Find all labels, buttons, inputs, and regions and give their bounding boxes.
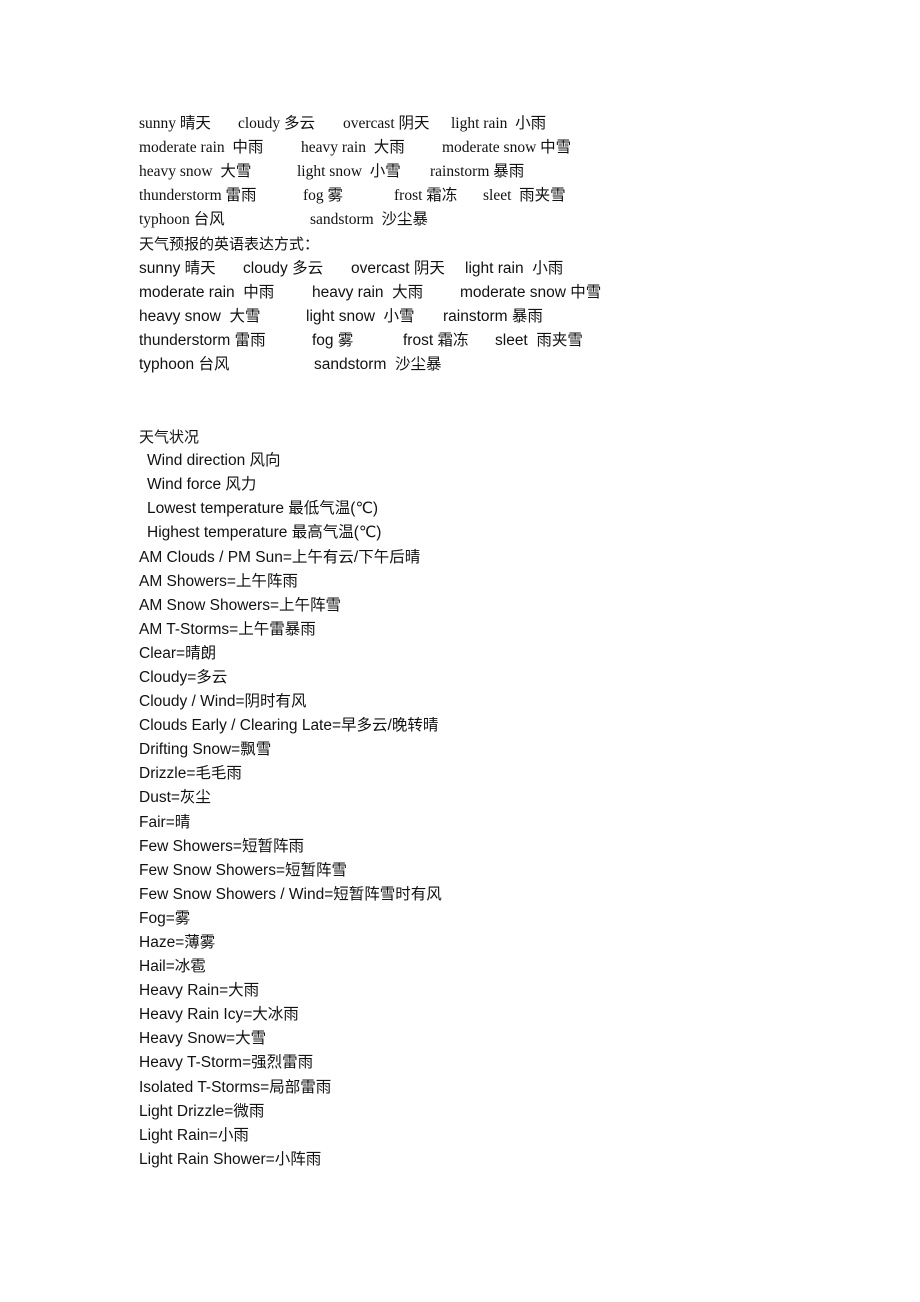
term-line: AM Snow Showers=上午阵雪: [139, 596, 341, 614]
vocab-term: sleet 雨夹雪: [495, 331, 583, 349]
term-line: Dust=灰尘: [139, 789, 211, 807]
vocab-term: sunny 晴天: [139, 259, 216, 277]
term-line: AM Showers=上午阵雨: [139, 572, 298, 590]
vocab-row: moderate rain 中雨 heavy rain 大雨 moderate …: [139, 136, 839, 160]
vocab-block-serif: sunny 晴天 cloudy 多云 overcast 阴天 light rai…: [139, 112, 839, 232]
term-line: Clear=晴朗: [139, 644, 217, 662]
sub-item: Highest temperature 最高气温(℃): [147, 524, 382, 542]
vocab-term: sleet 雨夹雪: [483, 187, 566, 205]
term-line: Hail=冰雹: [139, 958, 206, 976]
section-heading: 天气预报的英语表达方式：: [139, 235, 320, 254]
vocab-term: moderate rain 中雨: [139, 283, 275, 301]
term-line: Fair=晴: [139, 813, 191, 831]
term-line: Haze=薄雾: [139, 934, 216, 951]
weather-terms-list: AM Clouds / PM Sun=上午有云/下午后晴 AM Showers=…: [139, 546, 839, 1172]
vocab-term: overcast 阴天: [351, 259, 445, 277]
term-line: Few Snow Showers=短暂阵雪: [139, 861, 348, 879]
term-line: Light Rain Shower=小阵雨: [139, 1150, 322, 1168]
vocab-term: overcast 阴天: [343, 115, 430, 132]
vocab-term: light rain 小雨: [465, 259, 564, 277]
vocab-term: frost 霜冻: [403, 331, 469, 349]
term-line: Cloudy / Wind=阴时有风: [139, 693, 307, 711]
vocab-term: thunderstorm 雷雨: [139, 331, 266, 349]
term-line: Drifting Snow=飘雪: [139, 741, 272, 759]
term-line: Clouds Early / Clearing Late=早多云/晚转晴: [139, 717, 439, 735]
vocab-term: light rain 小雨: [451, 115, 547, 132]
term-line: Heavy Rain=大雨: [139, 982, 260, 1000]
vocab-term: thunderstorm 雷雨: [139, 187, 257, 205]
document-page: sunny 晴天 cloudy 多云 overcast 阴天 light rai…: [139, 112, 839, 1172]
vocab-row: thunderstorm 雷雨 fog 雾 frost 霜冻 sleet 雨夹雪: [139, 329, 839, 353]
vocab-term: moderate snow 中雪: [442, 139, 572, 157]
vocab-row: moderate rain 中雨 heavy rain 大雨 moderate …: [139, 281, 839, 305]
term-line: AM T-Storms=上午雷暴雨: [139, 620, 316, 638]
term-line: Heavy Rain Icy=大冰雨: [139, 1006, 299, 1024]
term-line: Fog=雾: [139, 909, 191, 927]
vocab-row: sunny 晴天 cloudy 多云 overcast 阴天 light rai…: [139, 257, 839, 281]
vocab-block-sans: sunny 晴天 cloudy 多云 overcast 阴天 light rai…: [139, 257, 839, 377]
term-line: Few Showers=短暂阵雨: [139, 837, 304, 855]
vocab-term: sandstorm 沙尘暴: [310, 211, 428, 229]
vocab-term: heavy rain 大雨: [301, 139, 405, 157]
vocab-row: heavy snow 大雪 light snow 小雪 rainstorm 暴雨: [139, 160, 839, 184]
vocab-term: heavy snow 大雪: [139, 307, 261, 325]
vocab-term: fog 雾: [303, 187, 344, 205]
vocab-term: rainstorm 暴雨: [443, 307, 543, 325]
vocab-row: typhoon 台风 sandstorm 沙尘暴: [139, 353, 839, 377]
sub-item: Wind direction 风向: [147, 452, 281, 470]
vocab-term: fog 雾: [312, 331, 354, 349]
term-line: Light Drizzle=微雨: [139, 1102, 265, 1120]
vocab-term: frost 霜冻: [394, 187, 458, 205]
vocab-term: rainstorm 暴雨: [430, 163, 525, 181]
term-line: Heavy Snow=大雪: [139, 1030, 267, 1048]
vocab-row: thunderstorm 雷雨 fog 雾 frost 霜冻 sleet 雨夹雪: [139, 184, 839, 208]
term-line: Heavy T-Storm=强烈雷雨: [139, 1054, 314, 1072]
sub-item: Wind force 风力: [147, 476, 257, 494]
term-line: Light Rain=小雨: [139, 1126, 249, 1144]
term-line: Few Snow Showers / Wind=短暂阵雪时有风: [139, 885, 442, 903]
term-line: Cloudy=多云: [139, 668, 228, 686]
vocab-term: heavy rain 大雨: [312, 283, 424, 301]
vocab-term: moderate snow 中雪: [460, 283, 602, 301]
weather-sub-items: Wind direction 风向 Wind force 风力 Lowest t…: [139, 449, 839, 545]
term-line: Drizzle=毛毛雨: [139, 765, 242, 783]
vocab-term: moderate rain 中雨: [139, 139, 264, 157]
vocab-term: cloudy 多云: [243, 259, 324, 277]
vocab-row: sunny 晴天 cloudy 多云 overcast 阴天 light rai…: [139, 112, 839, 136]
vocab-term: light snow 小雪: [297, 163, 401, 181]
term-line: Isolated T-Storms=局部雷雨: [139, 1078, 332, 1096]
vocab-term: light snow 小雪: [306, 307, 415, 325]
vocab-term: cloudy 多云: [238, 115, 316, 132]
sub-item: Lowest temperature 最低气温(℃): [147, 500, 379, 518]
vocab-term: heavy snow 大雪: [139, 163, 252, 181]
vocab-term: sandstorm 沙尘暴: [314, 355, 442, 373]
term-line: AM Clouds / PM Sun=上午有云/下午后晴: [139, 548, 421, 566]
section-heading: 天气状况: [139, 428, 200, 447]
vocab-row: typhoon 台风 sandstorm 沙尘暴: [139, 208, 839, 232]
vocab-term: sunny 晴天: [139, 115, 211, 132]
vocab-term: typhoon 台风: [139, 211, 225, 229]
vocab-term: typhoon 台风: [139, 355, 230, 373]
vocab-row: heavy snow 大雪 light snow 小雪 rainstorm 暴雨: [139, 305, 839, 329]
